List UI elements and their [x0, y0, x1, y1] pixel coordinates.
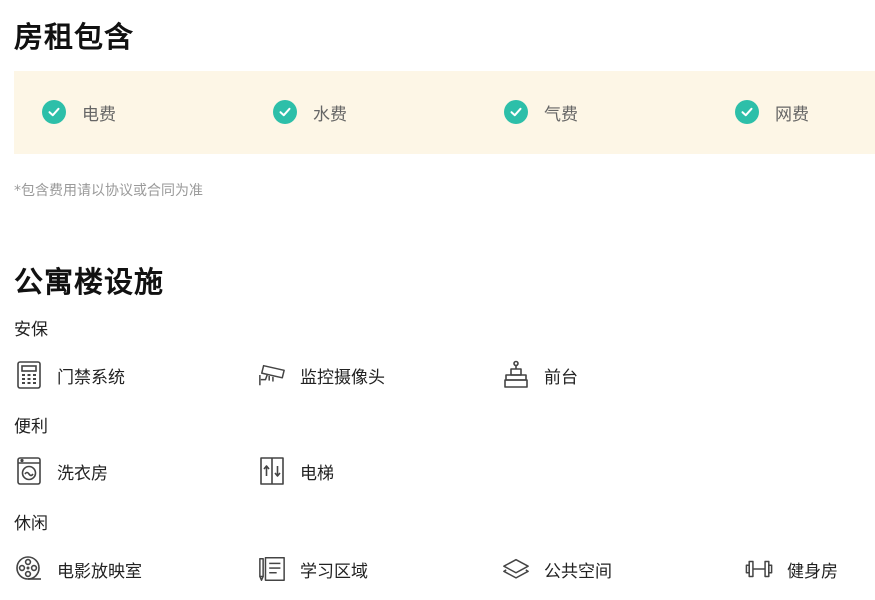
facility-gym: 健身房: [745, 554, 838, 584]
facility-label: 门禁系统: [57, 367, 125, 388]
facility-label: 学习区域: [300, 561, 368, 582]
facility-cinema-room: 电影放映室: [15, 554, 142, 584]
facility-label: 公共空间: [544, 561, 612, 582]
included-item-label: 电费: [82, 104, 116, 125]
facility-access-control: 门禁系统: [15, 360, 125, 390]
facility-label: 监控摄像头: [300, 367, 385, 388]
facility-front-desk: 前台: [502, 360, 578, 390]
included-note: *包含费用请以协议或合同为准: [14, 183, 203, 199]
included-item-internet: 网费: [735, 100, 809, 125]
category-label-security: 安保: [14, 320, 48, 340]
check-icon: [735, 100, 759, 124]
facility-label: 电梯: [300, 463, 334, 484]
category-label-convenience: 便利: [14, 417, 48, 437]
check-icon: [42, 100, 66, 124]
reception-bell-icon: [502, 360, 530, 389]
facility-study-area: 学习区域: [258, 554, 368, 584]
check-icon: [273, 100, 297, 124]
access-keypad-icon: [15, 361, 43, 389]
facility-cctv: 监控摄像头: [258, 360, 385, 390]
elevator-icon: [258, 457, 286, 485]
included-item-label: 气费: [544, 104, 578, 125]
page: 房租包含 电费 水费 气费 网费 *包含费用请以协议或合同为准 公寓楼设施 安保…: [0, 0, 875, 600]
facilities-title: 公寓楼设施: [14, 265, 165, 299]
washing-machine-icon: [15, 457, 43, 485]
layers-icon: [502, 555, 530, 583]
facility-common-space: 公共空间: [502, 554, 612, 584]
included-item-label: 水费: [313, 104, 347, 125]
facility-laundry: 洗衣房: [15, 456, 108, 486]
facility-label: 前台: [544, 367, 578, 388]
included-item-label: 网费: [775, 104, 809, 125]
included-item-electricity: 电费: [42, 100, 116, 125]
cctv-camera-icon: [258, 361, 286, 389]
dumbbell-icon: [745, 555, 773, 583]
notebook-pen-icon: [258, 555, 286, 583]
included-item-gas: 气费: [504, 100, 578, 125]
check-icon: [504, 100, 528, 124]
facility-label: 健身房: [787, 561, 838, 582]
facility-label: 电影放映室: [57, 561, 142, 582]
facility-label: 洗衣房: [57, 463, 108, 484]
included-item-water: 水费: [273, 100, 347, 125]
rent-included-box: 电费 水费 气费 网费: [14, 71, 875, 154]
rent-included-title: 房租包含: [14, 20, 135, 54]
category-label-leisure: 休闲: [14, 514, 48, 534]
facility-elevator: 电梯: [258, 456, 334, 486]
film-reel-icon: [15, 555, 43, 583]
